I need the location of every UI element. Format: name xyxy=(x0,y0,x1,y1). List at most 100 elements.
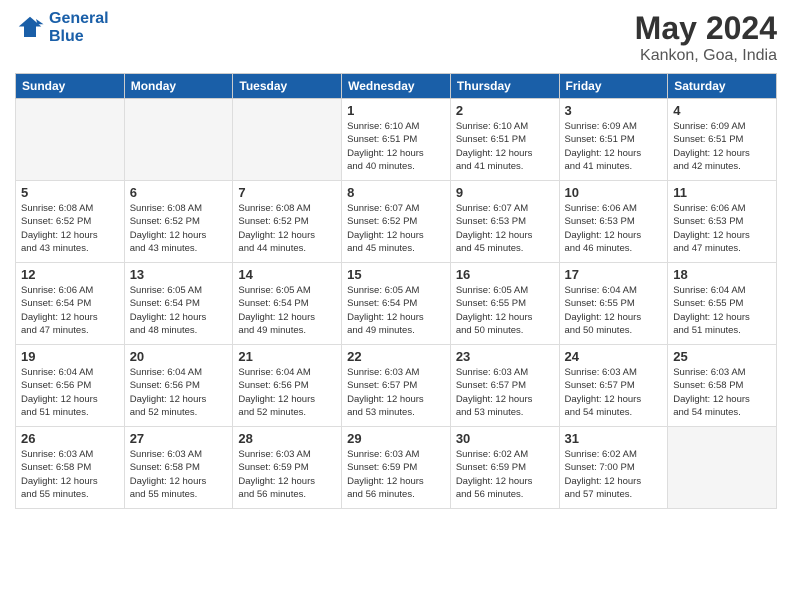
day-info: Sunrise: 6:08 AMSunset: 6:52 PMDaylight:… xyxy=(130,202,228,255)
location-subtitle: Kankon, Goa, India xyxy=(635,47,777,65)
calendar-cell: 5 Sunrise: 6:08 AMSunset: 6:52 PMDaylight… xyxy=(16,181,125,263)
calendar-header-row: SundayMondayTuesdayWednesdayThursdayFrid… xyxy=(16,74,777,99)
day-number: 11 xyxy=(673,185,771,200)
day-number: 27 xyxy=(130,431,228,446)
calendar-week-row: 19 Sunrise: 6:04 AMSunset: 6:56 PMDayligh… xyxy=(16,345,777,427)
calendar-cell: 6Sunrise: 6:08 AMSunset: 6:52 PMDaylight… xyxy=(124,181,233,263)
day-number: 12 xyxy=(21,267,119,282)
day-number: 29 xyxy=(347,431,445,446)
calendar-cell: 10Sunrise: 6:06 AMSunset: 6:53 PMDayligh… xyxy=(559,181,668,263)
page-container: General Blue May 2024 Kankon, Goa, India… xyxy=(0,0,792,519)
page-header: General Blue May 2024 Kankon, Goa, India xyxy=(15,10,777,65)
calendar-cell: 23 Sunrise: 6:03 AMSunset: 6:57 PMDayligh… xyxy=(450,345,559,427)
calendar-cell: 24 Sunrise: 6:03 AMSunset: 6:57 PMDayligh… xyxy=(559,345,668,427)
calendar-cell: 9 Sunrise: 6:07 AMSunset: 6:53 PMDaylight… xyxy=(450,181,559,263)
day-info: Sunrise: 6:05 AMSunset: 6:54 PMDaylight:… xyxy=(347,284,445,337)
calendar-cell: 12Sunrise: 6:06 AMSunset: 6:54 PMDayligh… xyxy=(16,263,125,345)
calendar-cell: 14Sunrise: 6:05 AMSunset: 6:54 PMDayligh… xyxy=(233,263,342,345)
calendar-cell: 31 Sunrise: 6:02 AMSunset: 7:00 PMDayligh… xyxy=(559,427,668,509)
calendar-cell: 21Sunrise: 6:04 AMSunset: 6:56 PMDayligh… xyxy=(233,345,342,427)
day-info: Sunrise: 6:09 AMSunset: 6:51 PMDaylight:… xyxy=(565,120,663,173)
calendar-cell: 8Sunrise: 6:07 AMSunset: 6:52 PMDaylight… xyxy=(342,181,451,263)
calendar-cell: 19 Sunrise: 6:04 AMSunset: 6:56 PMDayligh… xyxy=(16,345,125,427)
day-info: Sunrise: 6:05 AMSunset: 6:54 PMDaylight:… xyxy=(130,284,228,337)
day-number: 19 xyxy=(21,349,119,364)
day-info: Sunrise: 6:10 AMSunset: 6:51 PMDaylight:… xyxy=(456,120,554,173)
day-number: 2 xyxy=(456,103,554,118)
calendar-week-row: 5 Sunrise: 6:08 AMSunset: 6:52 PMDaylight… xyxy=(16,181,777,263)
calendar-cell: 20Sunrise: 6:04 AMSunset: 6:56 PMDayligh… xyxy=(124,345,233,427)
day-info: Sunrise: 6:04 AMSunset: 6:56 PMDaylight:… xyxy=(238,366,336,419)
calendar-cell: 22 Sunrise: 6:03 AMSunset: 6:57 PMDayligh… xyxy=(342,345,451,427)
col-header-monday: Monday xyxy=(124,74,233,99)
day-number: 13 xyxy=(130,267,228,282)
calendar-cell xyxy=(668,427,777,509)
day-number: 24 xyxy=(565,349,663,364)
day-number: 25 xyxy=(673,349,771,364)
calendar-cell: 3 Sunrise: 6:09 AMSunset: 6:51 PMDaylight… xyxy=(559,99,668,181)
day-info: Sunrise: 6:02 AMSunset: 6:59 PMDaylight:… xyxy=(456,448,554,501)
col-header-tuesday: Tuesday xyxy=(233,74,342,99)
col-header-friday: Friday xyxy=(559,74,668,99)
col-header-thursday: Thursday xyxy=(450,74,559,99)
day-number: 8 xyxy=(347,185,445,200)
day-info: Sunrise: 6:04 AMSunset: 6:56 PMDaylight:… xyxy=(21,366,119,419)
day-number: 5 xyxy=(21,185,119,200)
day-info: Sunrise: 6:03 AMSunset: 6:58 PMDaylight:… xyxy=(21,448,119,501)
day-info: Sunrise: 6:04 AMSunset: 6:55 PMDaylight:… xyxy=(565,284,663,337)
day-number: 17 xyxy=(565,267,663,282)
day-info: Sunrise: 6:03 AMSunset: 6:57 PMDaylight:… xyxy=(347,366,445,419)
day-number: 3 xyxy=(565,103,663,118)
day-info: Sunrise: 6:03 AMSunset: 6:59 PMDaylight:… xyxy=(238,448,336,501)
day-number: 7 xyxy=(238,185,336,200)
day-info: Sunrise: 6:05 AMSunset: 6:54 PMDaylight:… xyxy=(238,284,336,337)
calendar-week-row: 1Sunrise: 6:10 AMSunset: 6:51 PMDaylight… xyxy=(16,99,777,181)
calendar-week-row: 26 Sunrise: 6:03 AMSunset: 6:58 PMDayligh… xyxy=(16,427,777,509)
day-number: 23 xyxy=(456,349,554,364)
day-info: Sunrise: 6:08 AMSunset: 6:52 PMDaylight:… xyxy=(21,202,119,255)
day-info: Sunrise: 6:10 AMSunset: 6:51 PMDaylight:… xyxy=(347,120,445,173)
calendar-cell: 26 Sunrise: 6:03 AMSunset: 6:58 PMDayligh… xyxy=(16,427,125,509)
day-number: 16 xyxy=(456,267,554,282)
day-info: Sunrise: 6:04 AMSunset: 6:55 PMDaylight:… xyxy=(673,284,771,337)
day-number: 22 xyxy=(347,349,445,364)
calendar-cell: 13 Sunrise: 6:05 AMSunset: 6:54 PMDayligh… xyxy=(124,263,233,345)
day-number: 26 xyxy=(21,431,119,446)
calendar-cell: 27 Sunrise: 6:03 AMSunset: 6:58 PMDayligh… xyxy=(124,427,233,509)
logo-text: General Blue xyxy=(49,10,109,45)
day-number: 28 xyxy=(238,431,336,446)
day-info: Sunrise: 6:03 AMSunset: 6:57 PMDaylight:… xyxy=(565,366,663,419)
calendar-cell: 1Sunrise: 6:10 AMSunset: 6:51 PMDaylight… xyxy=(342,99,451,181)
logo-icon xyxy=(15,13,45,43)
day-info: Sunrise: 6:07 AMSunset: 6:53 PMDaylight:… xyxy=(456,202,554,255)
day-number: 4 xyxy=(673,103,771,118)
calendar-cell: 29 Sunrise: 6:03 AMSunset: 6:59 PMDayligh… xyxy=(342,427,451,509)
calendar-cell xyxy=(16,99,125,181)
calendar-cell: 2 Sunrise: 6:10 AMSunset: 6:51 PMDaylight… xyxy=(450,99,559,181)
day-number: 20 xyxy=(130,349,228,364)
day-info: Sunrise: 6:03 AMSunset: 6:59 PMDaylight:… xyxy=(347,448,445,501)
calendar-cell: 30Sunrise: 6:02 AMSunset: 6:59 PMDayligh… xyxy=(450,427,559,509)
calendar-cell: 7Sunrise: 6:08 AMSunset: 6:52 PMDaylight… xyxy=(233,181,342,263)
day-number: 18 xyxy=(673,267,771,282)
month-year-title: May 2024 xyxy=(635,10,777,47)
day-number: 31 xyxy=(565,431,663,446)
day-info: Sunrise: 6:02 AMSunset: 7:00 PMDaylight:… xyxy=(565,448,663,501)
day-info: Sunrise: 6:03 AMSunset: 6:58 PMDaylight:… xyxy=(130,448,228,501)
calendar-cell xyxy=(233,99,342,181)
calendar-table: SundayMondayTuesdayWednesdayThursdayFrid… xyxy=(15,73,777,509)
calendar-week-row: 12Sunrise: 6:06 AMSunset: 6:54 PMDayligh… xyxy=(16,263,777,345)
logo: General Blue xyxy=(15,10,109,45)
title-area: May 2024 Kankon, Goa, India xyxy=(635,10,777,65)
calendar-cell: 4 Sunrise: 6:09 AMSunset: 6:51 PMDaylight… xyxy=(668,99,777,181)
day-number: 9 xyxy=(456,185,554,200)
day-info: Sunrise: 6:09 AMSunset: 6:51 PMDaylight:… xyxy=(673,120,771,173)
day-info: Sunrise: 6:06 AMSunset: 6:53 PMDaylight:… xyxy=(565,202,663,255)
col-header-wednesday: Wednesday xyxy=(342,74,451,99)
calendar-cell: 16Sunrise: 6:05 AMSunset: 6:55 PMDayligh… xyxy=(450,263,559,345)
day-info: Sunrise: 6:03 AMSunset: 6:57 PMDaylight:… xyxy=(456,366,554,419)
calendar-cell: 28 Sunrise: 6:03 AMSunset: 6:59 PMDayligh… xyxy=(233,427,342,509)
calendar-cell: 11Sunrise: 6:06 AMSunset: 6:53 PMDayligh… xyxy=(668,181,777,263)
calendar-cell: 15Sunrise: 6:05 AMSunset: 6:54 PMDayligh… xyxy=(342,263,451,345)
calendar-cell: 17 Sunrise: 6:04 AMSunset: 6:55 PMDayligh… xyxy=(559,263,668,345)
